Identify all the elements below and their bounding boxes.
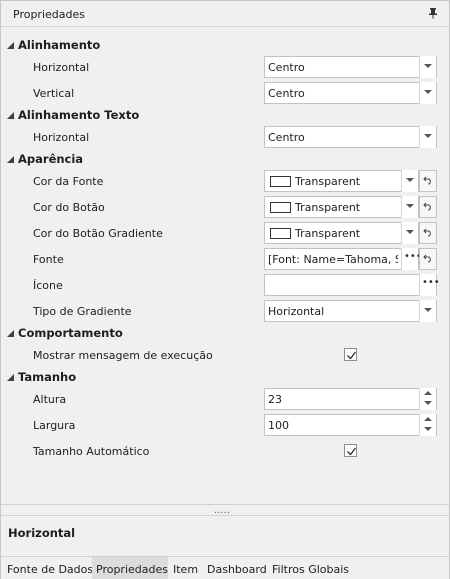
description-panel: Horizontal	[1, 517, 449, 555]
dropdown-value: Centro	[268, 131, 305, 144]
tab-propriedades[interactable]: Propriedades	[92, 557, 168, 579]
altura-spin-edit[interactable]: 23	[264, 388, 437, 410]
property-row-cor-botao-gradiente[interactable]: Cor do Botão Gradiente Transparent	[1, 220, 449, 246]
chevron-down-icon[interactable]	[419, 56, 436, 78]
tab-item[interactable]: Item	[168, 557, 203, 579]
property-row-largura[interactable]: Largura 100	[1, 412, 449, 438]
category-label: Comportamento	[18, 326, 123, 340]
tipo-gradiente-dropdown[interactable]: Horizontal	[264, 300, 437, 322]
color-swatch	[270, 202, 291, 213]
chevron-down-icon[interactable]	[401, 196, 418, 218]
numeric-value: 100	[268, 419, 289, 432]
panel-header: Propriedades	[1, 1, 449, 27]
collapse-triangle-icon[interactable]	[6, 328, 15, 337]
property-label: Cor do Botão	[33, 201, 105, 214]
collapse-triangle-icon[interactable]	[6, 372, 15, 381]
tab-filtros-globais[interactable]: Filtros Globais	[268, 557, 358, 579]
icone-field[interactable]: •••	[264, 274, 440, 296]
spin-buttons[interactable]	[419, 414, 436, 436]
splitter-grip[interactable]: .....	[214, 505, 230, 516]
spin-up-icon[interactable]	[420, 414, 436, 424]
chevron-down-icon[interactable]	[401, 222, 418, 244]
mostrar-mensagem-checkbox[interactable]	[344, 348, 357, 361]
collapse-triangle-icon[interactable]	[6, 154, 15, 163]
property-label: Cor da Fonte	[33, 175, 104, 188]
property-label: Ícone	[33, 279, 63, 292]
property-row-cor-fonte[interactable]: Cor da Fonte Transparent	[1, 168, 449, 194]
cor-fonte-color-picker[interactable]: Transparent	[264, 170, 419, 192]
description-title: Horizontal	[8, 526, 76, 540]
color-value: Transparent	[295, 201, 361, 214]
checkmark-icon	[347, 351, 357, 360]
spin-buttons[interactable]	[419, 388, 436, 410]
reset-icon	[423, 175, 433, 188]
collapse-triangle-icon[interactable]	[6, 110, 15, 119]
font-value: [Font: Name=Tahoma, Si...	[268, 253, 398, 266]
color-value: Transparent	[295, 227, 361, 240]
property-label: Fonte	[33, 253, 64, 266]
reset-icon	[423, 201, 433, 214]
ellipsis-icon: •••	[422, 277, 440, 288]
property-label: Tamanho Automático	[33, 445, 150, 458]
fonte-field[interactable]: [Font: Name=Tahoma, Si... •••	[264, 248, 422, 270]
cor-botao-gradiente-color-picker[interactable]: Transparent	[264, 222, 419, 244]
reset-button[interactable]	[419, 248, 437, 270]
tab-fonte-de-dados[interactable]: Fonte de Dados	[1, 557, 93, 579]
tab-dashboard[interactable]: Dashboard	[203, 557, 268, 579]
ellipsis-button[interactable]: •••	[419, 274, 440, 296]
property-label: Altura	[33, 393, 67, 406]
color-swatch	[270, 176, 291, 187]
property-row-horizontal[interactable]: Horizontal Centro	[1, 54, 449, 80]
panel-title: Propriedades	[13, 8, 85, 21]
reset-button[interactable]	[419, 196, 437, 218]
property-label: Horizontal	[33, 61, 90, 74]
property-label: Largura	[33, 419, 76, 432]
property-row-fonte[interactable]: Fonte [Font: Name=Tahoma, Si... •••	[1, 246, 449, 272]
property-label: Tipo de Gradiente	[33, 305, 132, 318]
texto-horizontal-dropdown[interactable]: Centro	[264, 126, 437, 148]
properties-panel: Propriedades Alinhamento Horizontal Cent…	[0, 0, 450, 579]
color-swatch	[270, 228, 291, 239]
chevron-down-icon[interactable]	[419, 82, 436, 104]
reset-button[interactable]	[419, 222, 437, 244]
category-label: Tamanho	[18, 370, 77, 384]
spin-down-icon[interactable]	[420, 424, 436, 434]
horizontal-dropdown[interactable]: Centro	[264, 56, 437, 78]
chevron-down-icon[interactable]	[401, 170, 418, 192]
property-label: Horizontal	[33, 131, 90, 144]
reset-icon	[423, 253, 433, 266]
chevron-down-icon[interactable]	[419, 126, 436, 148]
dropdown-value: Centro	[268, 87, 305, 100]
spin-up-icon[interactable]	[420, 388, 436, 398]
dropdown-value: Horizontal	[268, 305, 325, 318]
largura-spin-edit[interactable]: 100	[264, 414, 437, 436]
property-row-icone[interactable]: Ícone •••	[1, 272, 449, 298]
property-label: Vertical	[33, 87, 75, 100]
category-label: Aparência	[18, 152, 84, 166]
numeric-value: 23	[268, 393, 282, 406]
category-label: Alinhamento Texto	[18, 108, 140, 122]
pin-icon[interactable]	[427, 7, 439, 19]
vertical-dropdown[interactable]: Centro	[264, 82, 437, 104]
color-value: Transparent	[295, 175, 361, 188]
cor-botao-color-picker[interactable]: Transparent	[264, 196, 419, 218]
property-row-altura[interactable]: Altura 23	[1, 386, 449, 412]
property-label: Mostrar mensagem de execução	[33, 349, 213, 362]
property-label: Cor do Botão Gradiente	[33, 227, 163, 240]
bottom-tab-strip: Fonte de Dados Propriedades Item Dashboa…	[1, 556, 449, 579]
reset-button[interactable]	[419, 170, 437, 192]
description-splitter[interactable]: .....	[1, 504, 449, 516]
dropdown-value: Centro	[268, 61, 305, 74]
property-row-cor-botao[interactable]: Cor do Botão Transparent	[1, 194, 449, 220]
chevron-down-icon[interactable]	[419, 300, 436, 322]
tamanho-automatico-checkbox[interactable]	[344, 444, 357, 457]
checkmark-icon	[347, 447, 357, 456]
collapse-triangle-icon[interactable]	[6, 40, 15, 49]
ellipsis-button[interactable]: •••	[401, 248, 422, 270]
category-label: Alinhamento	[18, 38, 101, 52]
reset-icon	[423, 227, 433, 240]
spin-down-icon[interactable]	[420, 398, 436, 408]
property-row-tamanho-automatico[interactable]: Tamanho Automático	[1, 438, 449, 464]
